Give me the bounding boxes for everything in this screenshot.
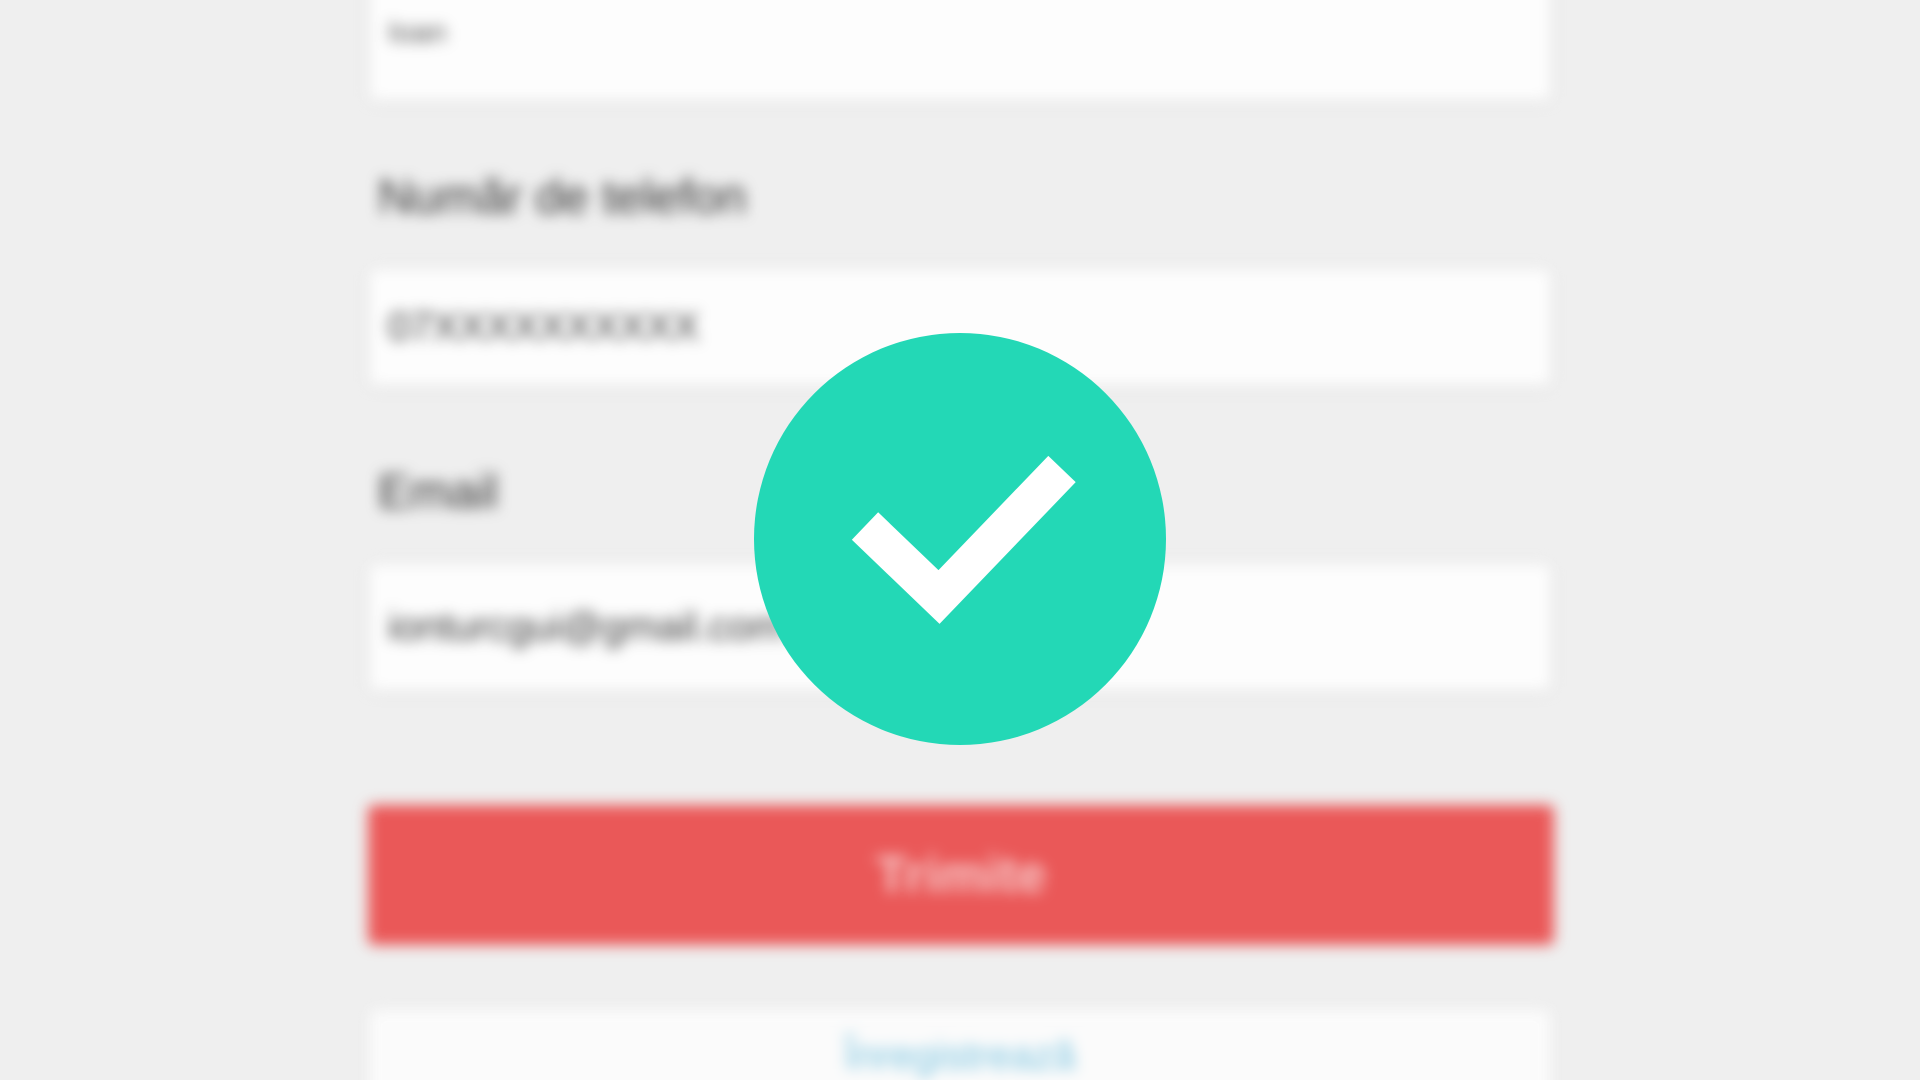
phone-field-value: 07XXXXXXXXXX	[388, 305, 700, 349]
secondary-action-card: Înregistrează	[370, 1010, 1550, 1080]
check-circle-icon	[754, 333, 1166, 745]
screen: Ioan Număr de telefon 07XXXXXXXXXX Email…	[0, 0, 1920, 1080]
name-field[interactable]: Ioan	[370, 0, 1550, 100]
secondary-link[interactable]: Înregistrează	[844, 1034, 1075, 1080]
phone-label: Număr de telefon	[378, 171, 747, 224]
email-label: Email	[378, 466, 499, 519]
email-field-value: ionturcgui@gmail.com	[388, 605, 785, 649]
name-field-value: Ioan	[388, 16, 447, 49]
submit-button[interactable]: Trimite	[368, 805, 1554, 945]
checkmark-icon	[851, 455, 1076, 624]
